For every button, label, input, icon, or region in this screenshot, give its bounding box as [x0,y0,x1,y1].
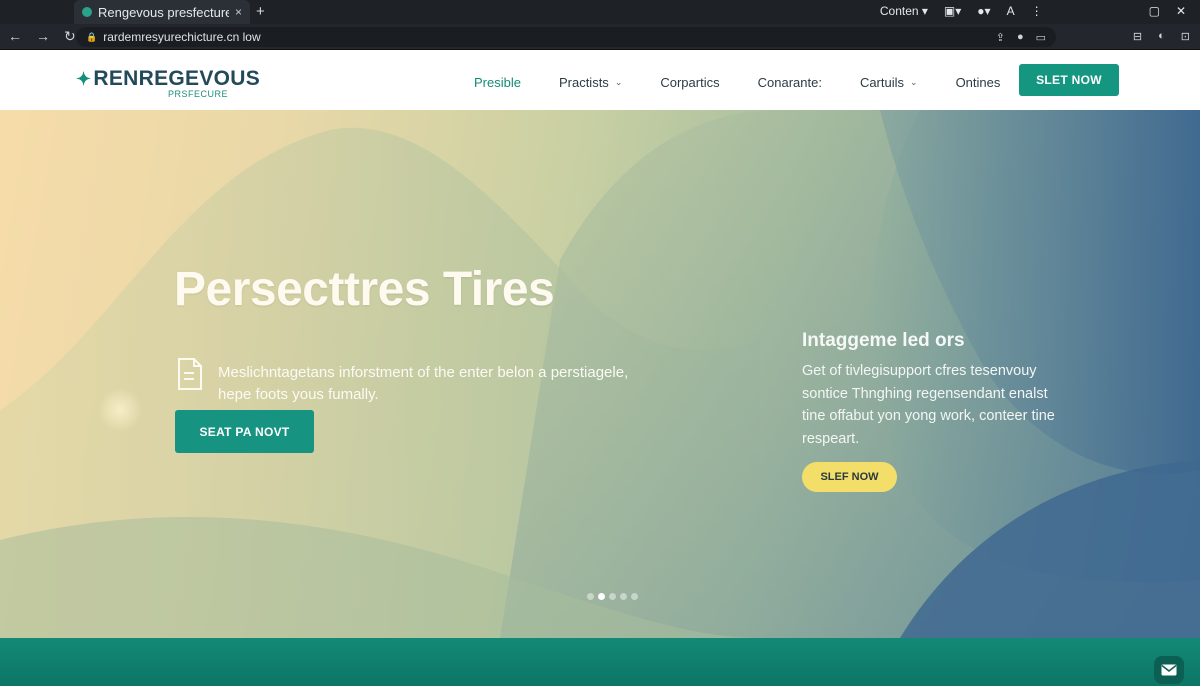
reader-icon[interactable]: ▣▾ [944,4,961,18]
logo-text: RENREGEVOUS [93,67,261,90]
nav-item-ontines[interactable]: Ontines [956,75,1001,90]
nav-label: Practists [558,74,609,90]
header-cta-button[interactable]: SLET NOW [1019,64,1119,96]
side-panel-title: Intaggeme led ors [802,330,965,351]
content-menu[interactable]: Conten ▾ [880,4,928,18]
nav-item-corpartics[interactable]: Corpartics [660,75,719,90]
nav-item-practists[interactable]: Practists ⌄ [559,75,622,90]
chevron-down-icon: ⌄ [910,76,918,87]
url-bar[interactable]: 🔒 rardemresyurechicture.cn low ⇪ ● ▭ [76,27,1056,47]
main-nav: Presible Practists ⌄ Corpartics Conarante… [474,72,1030,92]
nav-label: Conarante: [757,74,822,90]
content-menu-label: Conten [879,4,919,18]
carousel-dot-active[interactable] [598,593,605,600]
side-panel-text: Get of tivlegisupport cfres tesenvouy so… [802,363,1055,447]
chevron-down-icon: ⌄ [614,76,623,87]
nav-label: Corpartics [660,74,720,90]
url-text[interactable]: rardemresyurechicture.cn low [103,30,996,44]
document-icon [178,358,202,390]
forward-icon[interactable]: → [36,28,50,45]
hero-cta-button[interactable]: SEAT PA NOVT [175,410,314,453]
tab-title: Rengevous presfecture [98,4,229,20]
lock-icon: 🔒 [86,31,98,42]
back-icon[interactable]: ← [8,28,22,45]
nav-item-conarante[interactable]: Conarante: [758,75,822,90]
site-header: ✦ RENREGEVOUS PRSFECURE Presible Practis… [0,50,1200,110]
profile-icon[interactable]: ◐ [1158,30,1165,43]
reload-icon[interactable]: ↻ [64,28,76,45]
bookmark-icon[interactable]: ▭ [1036,31,1046,44]
downloads-icon[interactable]: ⊡ [1181,30,1190,43]
logo-subtitle: PRSFECURE [168,89,229,99]
carousel-dot[interactable] [620,593,627,600]
menu-kebab-icon[interactable]: ⋮ [1031,4,1043,18]
nav-item-cartuils[interactable]: Cartuils ⌄ [860,75,918,90]
minimize-icon[interactable]: ▢ [1149,4,1160,18]
carousel-dot[interactable] [587,593,594,600]
tab-close-icon[interactable]: × [235,5,242,19]
hero-description: Meslichntagetans inforstment of the ente… [218,364,629,403]
hero-title: Persecttres Tires [174,263,555,316]
carousel-dot[interactable] [631,593,638,600]
nav-label: Presible [474,74,521,90]
navigation-buttons: ← → ↻ [8,28,76,45]
site-favicon-icon [82,7,92,17]
carousel-dot[interactable] [609,593,616,600]
close-window-icon[interactable]: ✕ [1176,4,1186,18]
info-icon[interactable]: ● [1017,31,1024,44]
hero-section: Persecttres Tires Meslichntagetans infor… [0,110,1200,638]
browser-tabbar: Rengevous presfecture × + Conten ▾ ▣▾ ●▾… [0,0,1200,24]
carousel-dots [587,593,638,600]
site-logo[interactable]: ✦ RENREGEVOUS PRSFECURE [76,67,261,99]
nav-label: Ontines [955,74,1001,90]
address-toolbar: ← → ↻ 🔒 rardemresyurechicture.cn low ⇪ ●… [0,24,1200,50]
tabbar-tools: Conten ▾ ▣▾ ●▾ A ⋮ ▢ ✕ [880,4,1186,18]
browser-tab[interactable]: Rengevous presfecture × [74,0,250,24]
footer-band [0,638,1200,686]
side-panel-button[interactable]: SLEF NOW [802,462,897,492]
chat-button[interactable] [1154,656,1184,684]
url-actions: ⇪ ● ▭ [996,31,1046,44]
extension-icon[interactable]: ⊟ [1133,30,1142,43]
mail-icon [1161,664,1177,676]
new-tab-button[interactable]: + [256,3,265,20]
nav-item-presible[interactable]: Presible [474,75,521,90]
theme-icon[interactable]: ●▾ [977,4,990,18]
font-size-button[interactable]: A [1007,4,1015,18]
share-icon[interactable]: ⇪ [996,31,1005,44]
logo-mark-icon: ✦ [76,68,92,89]
nav-label: Cartuils [859,74,905,90]
toolbar-extensions: ⊟ ◐ ⊡ [1133,30,1190,43]
